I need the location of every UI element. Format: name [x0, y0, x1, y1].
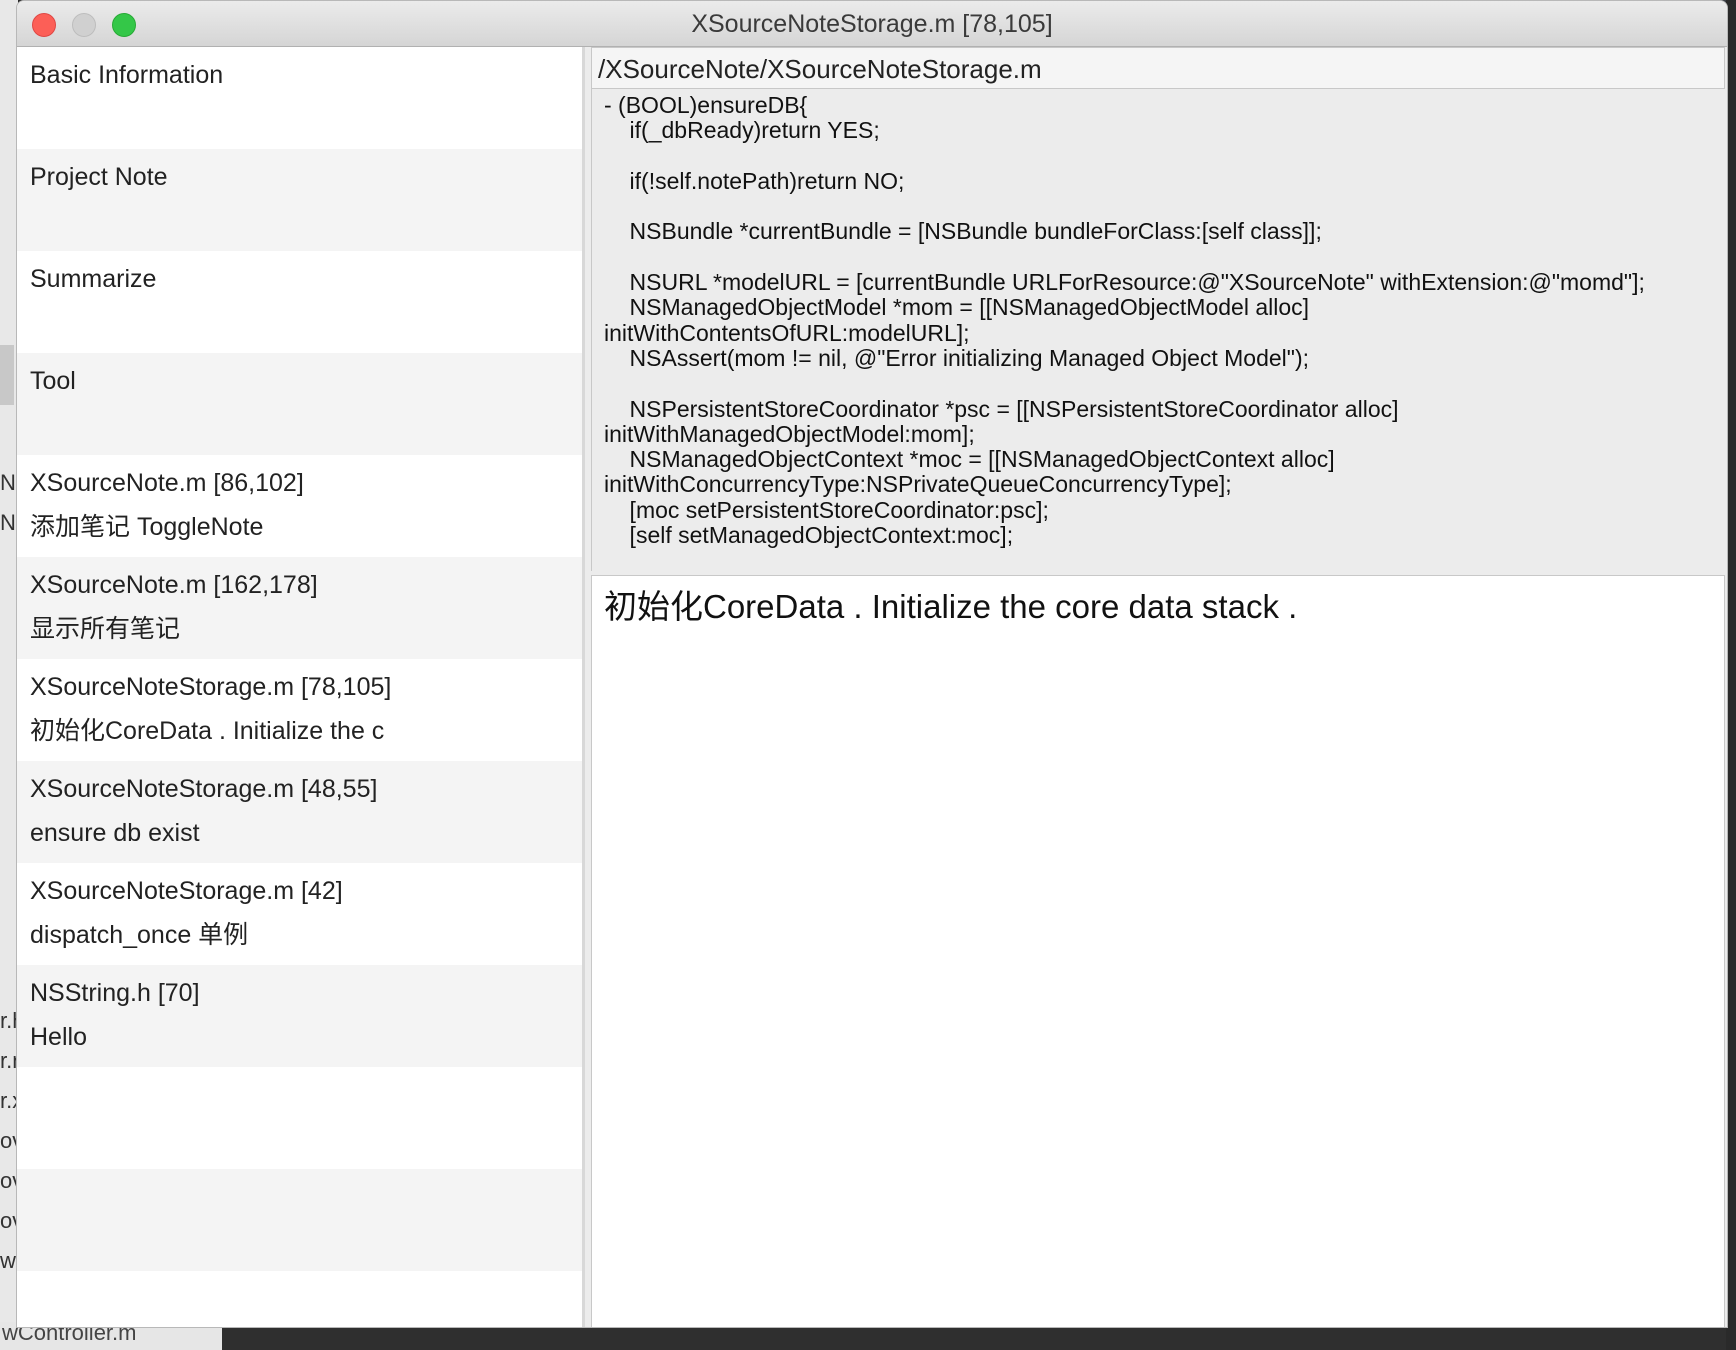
list-item[interactable]: [17, 1067, 582, 1169]
note-list[interactable]: Basic Information Project Note Summarize To…: [17, 47, 585, 1327]
title-bar[interactable]: XSourceNoteStorage.m [78,105]: [17, 1, 1727, 47]
list-item-title: XSourceNoteStorage.m [78,105]: [30, 673, 392, 701]
note-list-rows: Basic Information Project Note Summarize To…: [17, 47, 582, 1327]
code-line: if(_dbReady)return YES;: [604, 117, 880, 144]
code-text: - (BOOL)ensureDB{ if(_dbReady)return YES…: [592, 89, 1725, 549]
list-item[interactable]: XSourceNoteStorage.m [42] dispatch_once 单…: [17, 863, 582, 965]
list-item-title: Summarize: [30, 265, 157, 293]
list-item-title: XSourceNote.m [162,178]: [30, 571, 318, 599]
background-file-fragment: N: [0, 510, 16, 535]
code-line: if(!self.notePath)return NO;: [604, 167, 905, 194]
code-line: NSManagedObjectContext *moc = [[NSManage…: [604, 446, 1335, 473]
list-item-title: XSourceNote.m [86,102]: [30, 469, 304, 497]
code-line: NSBundle *currentBundle = [NSBundle bund…: [604, 218, 1322, 245]
code-line: NSAssert(mom != nil, @"Error initializin…: [604, 344, 1309, 371]
list-item-subtitle: ensure db exist: [30, 819, 200, 847]
list-item[interactable]: [17, 1169, 582, 1271]
background-file-fragment: r.x: [0, 1088, 16, 1113]
list-item[interactable]: Basic Information: [17, 47, 582, 149]
list-item-subtitle: 显示所有笔记: [30, 615, 181, 643]
list-item[interactable]: Summarize: [17, 251, 582, 353]
list-item[interactable]: Tool: [17, 353, 582, 455]
list-item-subtitle: 添加笔记 ToggleNote: [30, 513, 264, 541]
list-item[interactable]: NSString.h [70] Hello: [17, 965, 582, 1067]
background-file-fragment: ov: [0, 1128, 16, 1153]
list-item[interactable]: XSourceNote.m [86,102] 添加笔记 ToggleNote: [17, 455, 582, 557]
list-item-subtitle: Hello: [30, 1023, 87, 1051]
background-file-fragment: w(: [0, 1248, 16, 1273]
background-file-fragment: N: [0, 470, 16, 495]
code-line: [self setManagedObjectContext:moc];: [604, 522, 1014, 549]
code-line: NSURL *modelURL = [currentBundle URLForR…: [604, 269, 1645, 296]
list-item-subtitle: 初始化CoreData . Initialize the c: [30, 717, 385, 745]
code-line: initWithConcurrencyType:NSPrivateQueueCo…: [604, 471, 1232, 498]
background-file-fragment: ov: [0, 1208, 16, 1233]
list-item-subtitle: dispatch_once 单例: [30, 921, 249, 949]
window-title: XSourceNoteStorage.m [78,105]: [691, 10, 1053, 38]
list-item-title: NSString.h [70]: [30, 979, 200, 1007]
code-preview[interactable]: - (BOOL)ensureDB{ if(_dbReady)return YES…: [591, 89, 1725, 571]
list-item[interactable]: Project Note: [17, 149, 582, 251]
detail-pane: /XSourceNote/XSourceNoteStorage.m - (BOO…: [591, 47, 1725, 1327]
code-line: initWithManagedObjectModel:mom];: [604, 420, 975, 447]
list-item[interactable]: XSourceNote.m [162,178] 显示所有笔记: [17, 557, 582, 659]
file-path-label: /XSourceNote/XSourceNoteStorage.m: [591, 47, 1725, 89]
code-line: - (BOOL)ensureDB{: [604, 92, 808, 118]
code-line: NSManagedObjectModel *mom = [[NSManagedO…: [604, 294, 1310, 321]
background-file-fragment: ov: [0, 1168, 16, 1193]
background-file-fragment: r.h: [0, 1008, 16, 1033]
list-item[interactable]: XSourceNoteStorage.m [48,55] ensure db ex…: [17, 761, 582, 863]
note-window: XSourceNoteStorage.m [78,105] Basic Info…: [16, 0, 1728, 1328]
list-item-title: XSourceNoteStorage.m [42]: [30, 877, 343, 905]
code-line: initWithContentsOfURL:modelURL];: [604, 319, 970, 346]
code-line: [moc setPersistentStoreCoordinator:psc];: [604, 496, 1049, 523]
note-editor[interactable]: 初始化CoreData . Initialize the core data s…: [591, 575, 1725, 1327]
background-file-fragment: r.n: [0, 1048, 16, 1073]
note-text: 初始化CoreData . Initialize the core data s…: [604, 588, 1298, 625]
background-selection-highlight: [0, 345, 14, 405]
list-item-title: Basic Information: [30, 61, 224, 89]
code-line: NSPersistentStoreCoordinator *psc = [[NS…: [604, 395, 1399, 422]
list-item[interactable]: [17, 1271, 582, 1327]
list-item-title: Project Note: [30, 163, 168, 191]
list-item-title: XSourceNoteStorage.m [48,55]: [30, 775, 378, 803]
list-item[interactable]: XSourceNoteStorage.m [78,105] 初始化CoreData…: [17, 659, 582, 761]
list-item-title: Tool: [30, 367, 76, 395]
